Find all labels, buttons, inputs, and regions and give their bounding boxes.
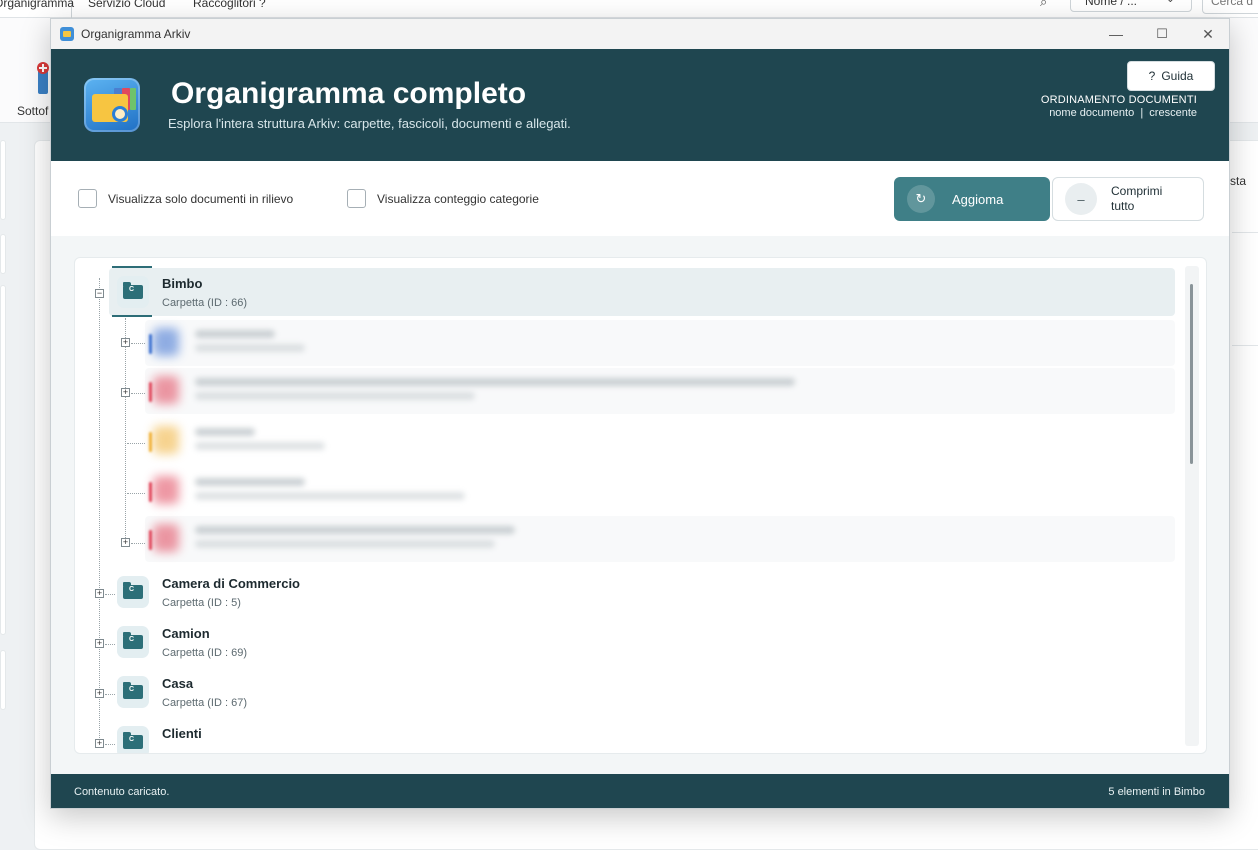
tree-node-camera-di-commercio[interactable]: + C Camera di Commercio Carpetta (ID : 5… — [75, 563, 1185, 613]
tree-child-item[interactable] — [145, 368, 1175, 414]
tree-expander-expand[interactable]: + — [121, 538, 130, 547]
search-icon[interactable]: ⌕ — [1040, 0, 1047, 10]
scrollbar-thumb[interactable] — [1190, 284, 1193, 464]
category-count-label: Visualizza conteggio categorie — [377, 191, 539, 206]
background-tabbar: Organigramma Servizio Cloud Raccoglitori… — [0, 0, 1258, 18]
highlight-only-label: Visualizza solo documenti in rilievo — [108, 191, 294, 206]
tree-expander-collapse[interactable]: − — [95, 289, 104, 298]
help-icon: ? — [1148, 69, 1156, 83]
organigramma-window: Organigramma Arkiv — ☐ ✕ Organigramma co… — [50, 18, 1230, 809]
sort-field: nome documento — [1049, 107, 1135, 119]
tree-node-type: Carpetta (ID : 5) — [162, 597, 241, 609]
tree-child-item[interactable] — [145, 320, 1175, 366]
guide-button-label: Guida — [1161, 69, 1194, 83]
tree-view[interactable]: − C Bimbo Carpetta (ID : 66) + + + + C C… — [74, 257, 1207, 754]
tree-node-casa[interactable]: + C Casa Carpetta (ID : 67) — [75, 663, 1185, 713]
bg-tab-servizio-cloud[interactable]: Servizio Cloud — [88, 0, 165, 18]
window-titlebar[interactable]: Organigramma Arkiv — ☐ ✕ — [51, 19, 1229, 49]
checkbox-box[interactable] — [78, 189, 97, 208]
tree-child-item[interactable] — [145, 516, 1175, 562]
tree-node-type: Carpetta (ID : 67) — [162, 697, 247, 709]
folder-icon: C — [117, 726, 149, 753]
bg-select-value: Nome / ... — [1085, 0, 1138, 8]
status-count: 5 elementi in Bimbo — [1108, 786, 1205, 798]
background-left-strip — [0, 140, 6, 710]
tree-node-type: Carpetta (ID : 66) — [162, 297, 247, 309]
sort-direction: crescente — [1149, 107, 1197, 119]
tree-expander-expand[interactable]: + — [95, 589, 104, 598]
collapse-all-button[interactable]: – Comprimi tutto — [1052, 177, 1204, 221]
tree-child-item[interactable] — [145, 418, 1175, 462]
tree-expander-expand[interactable]: + — [95, 739, 104, 748]
page-title: Organigramma completo — [171, 77, 527, 110]
tree-node-name: Camion — [162, 626, 210, 641]
folder-icon: C — [117, 626, 149, 658]
status-message: Contenuto caricato. — [74, 786, 170, 798]
tree-expander-expand[interactable]: + — [95, 689, 104, 698]
tree-node-bimbo[interactable]: − C Bimbo Carpetta (ID : 66) — [75, 258, 1185, 317]
bg-search-field-select[interactable]: Nome / ... ⌄ — [1070, 0, 1192, 12]
status-bar: Contenuto caricato. 5 elementi in Bimbo — [51, 774, 1229, 808]
tree-expander-expand[interactable]: + — [95, 639, 104, 648]
sort-title: ORDINAMENTO DOCUMENTI — [1040, 94, 1197, 106]
refresh-button[interactable]: ↻ Aggioma — [894, 177, 1050, 221]
tree-node-name: Camera di Commercio — [162, 576, 300, 591]
tree-node-type: Carpetta (ID : 69) — [162, 647, 247, 659]
tree-node-clienti[interactable]: + C Clienti — [75, 713, 1185, 753]
maximize-button[interactable]: ☐ — [1142, 23, 1182, 45]
tree-scrollbar[interactable] — [1185, 266, 1199, 746]
minimize-button[interactable]: — — [1096, 23, 1136, 45]
arkiv-logo-icon — [84, 78, 140, 132]
tree-expander-expand[interactable]: + — [121, 338, 130, 347]
guide-button[interactable]: ? Guida — [1127, 61, 1215, 91]
category-count-checkbox[interactable]: Visualizza conteggio categorie — [347, 189, 539, 208]
folder-icon: C — [117, 576, 149, 608]
checkbox-box[interactable] — [347, 189, 366, 208]
window-title: Organigramma Arkiv — [81, 27, 191, 41]
sort-separator: | — [1140, 107, 1144, 119]
bg-tab-organigramma[interactable]: Organigramma — [0, 0, 74, 18]
tree-node-name: Bimbo — [162, 276, 203, 291]
options-toolbar: Visualizza solo documenti in rilievo Vis… — [51, 161, 1229, 236]
bg-ribbon-label[interactable]: Sottof — [17, 104, 48, 118]
refresh-icon: ↻ — [907, 185, 935, 213]
tree-child-item[interactable] — [145, 468, 1175, 512]
tree-node-name: Casa — [162, 676, 194, 691]
tree-expander-expand[interactable]: + — [121, 388, 130, 397]
folder-icon: C — [117, 276, 149, 308]
collapse-all-label: Comprimi tutto — [1111, 184, 1163, 213]
dialog-header: Organigramma completo Esplora l'intera s… — [51, 49, 1229, 161]
folder-icon: C — [117, 676, 149, 708]
close-button[interactable]: ✕ — [1188, 23, 1228, 45]
bg-search-input[interactable]: Cerca d — [1202, 0, 1258, 14]
chevron-down-icon: ⌄ — [1166, 0, 1175, 5]
tree-node-camion[interactable]: + C Camion Carpetta (ID : 69) — [75, 613, 1185, 663]
app-icon — [60, 27, 74, 41]
sort-values: nome documento | crescente — [1049, 107, 1197, 119]
highlight-only-checkbox[interactable]: Visualizza solo documenti in rilievo — [78, 189, 293, 208]
bg-tab-raccoglitori[interactable]: Raccoglitori ? — [193, 0, 266, 18]
bg-column-header: sta — [1230, 174, 1247, 188]
refresh-button-label: Aggioma — [952, 191, 1004, 207]
tree-node-name: Clienti — [162, 726, 202, 741]
collapse-icon: – — [1065, 183, 1097, 215]
page-subtitle: Esplora l'intera struttura Arkiv: carpet… — [168, 116, 571, 131]
